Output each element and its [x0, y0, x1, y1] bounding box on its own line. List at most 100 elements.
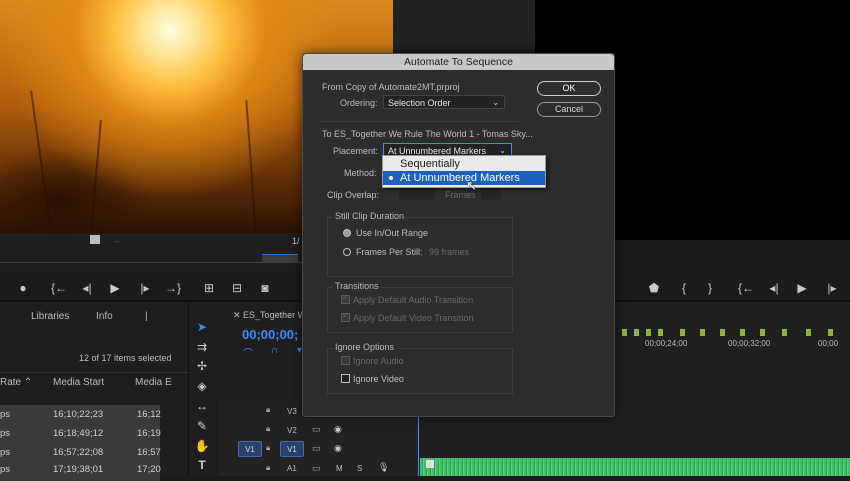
go-to-in-icon[interactable]: {←	[50, 279, 68, 297]
hand-tool-icon[interactable]: ✋	[193, 438, 211, 454]
play-icon[interactable]: ▶	[106, 279, 124, 297]
track-label-v1[interactable]: V1	[280, 441, 304, 457]
type-tool-icon[interactable]: T	[193, 457, 211, 473]
linked-selection-icon[interactable]: ∩	[271, 345, 278, 356]
lock-icon[interactable]: 🔒︎	[266, 463, 270, 473]
column-media-start[interactable]: Media Start	[53, 377, 104, 388]
method-label: Method:	[344, 168, 377, 178]
table-row[interactable]: ps 16;57;22;08 16;57	[0, 443, 161, 463]
placement-dropdown-menu: Sequentially At Unnumbered Markers	[382, 155, 546, 188]
eye-icon[interactable]: ◉	[334, 424, 342, 435]
option-sequentially[interactable]: Sequentially	[383, 157, 545, 171]
mute-button[interactable]: M	[336, 464, 343, 473]
play-icon-program[interactable]: ▶	[793, 279, 811, 297]
step-forward-icon-program[interactable]: |▸	[823, 279, 841, 297]
step-back-icon[interactable]: ◂|	[78, 279, 96, 297]
tab-libraries[interactable]: Libraries	[31, 311, 69, 322]
settings-icon[interactable]	[90, 235, 100, 244]
step-back-icon-program[interactable]: ◂|	[765, 279, 783, 297]
table-row[interactable]: ps 16;18;49;12 16;19	[0, 424, 161, 444]
mark-out-icon[interactable]: ⦁	[14, 279, 32, 297]
video-transition-checkbox[interactable]	[341, 311, 350, 322]
use-inout-radio[interactable]	[343, 229, 351, 237]
column-rate[interactable]: Rate ⌃	[0, 377, 32, 388]
overwrite-icon[interactable]: ⊟	[228, 279, 246, 297]
track-select-tool-icon[interactable]: ⇉	[193, 339, 211, 355]
ignore-video-label: Ignore Video	[353, 374, 404, 384]
toggle-sync-icon[interactable]: ▭	[312, 443, 321, 454]
razor-tool-icon[interactable]: ◈	[193, 378, 211, 394]
lock-icon[interactable]: 🔒︎	[266, 424, 270, 434]
use-inout-label: Use In/Out Range	[356, 228, 429, 238]
selection-tool-icon[interactable]: ➤	[193, 319, 211, 335]
ruler-time-3: 00;00	[818, 339, 839, 348]
audio-waveform-clip[interactable]	[420, 458, 850, 476]
ignore-video-checkbox[interactable]	[341, 374, 350, 383]
option-at-unnumbered-markers[interactable]: At Unnumbered Markers	[383, 171, 545, 185]
ruler-time-2: 00;00;32;00	[728, 339, 771, 348]
insert-icon[interactable]: ⊞	[200, 279, 218, 297]
ignore-audio-checkbox[interactable]	[341, 356, 350, 365]
step-forward-icon[interactable]: |▸	[136, 279, 154, 297]
column-media-end[interactable]: Media E	[135, 377, 172, 388]
timeline-marker[interactable]	[720, 329, 725, 336]
timeline-marker[interactable]	[760, 329, 765, 336]
microphone-icon[interactable]: 🎙︎	[378, 462, 389, 473]
add-marker-icon[interactable]: ⬟	[645, 279, 663, 297]
timeline-marker[interactable]	[622, 329, 627, 336]
frames-per-still-value[interactable]: 99 frames	[429, 247, 469, 257]
go-to-in-icon-program[interactable]: {←	[737, 279, 755, 297]
timeline-marker[interactable]	[634, 329, 639, 336]
pen-tool-icon[interactable]: ✎	[193, 418, 211, 434]
program-transport: ⬟ { } {← ◂| ▶ |▸	[613, 277, 850, 299]
ripple-edit-tool-icon[interactable]: ✢	[193, 358, 211, 374]
table-row[interactable]: ps 16;10;22;23 16;12	[0, 405, 161, 425]
source-page-indicator: 1/	[292, 236, 300, 246]
chevron-down-icon: ⌄	[492, 98, 499, 107]
automate-to-sequence-dialog: Automate To Sequence From Copy of Automa…	[302, 53, 615, 417]
slip-tool-icon[interactable]: ↔	[193, 398, 211, 414]
lock-icon[interactable]: 🔒︎	[266, 443, 270, 453]
ordering-select[interactable]: Selection Order ⌄	[383, 95, 505, 109]
selected-dot-icon	[389, 176, 393, 180]
clip-overlap-input[interactable]	[399, 187, 435, 200]
audio-transition-checkbox[interactable]	[341, 293, 350, 304]
go-to-out-icon[interactable]: →}	[164, 279, 182, 297]
placement-label: Placement:	[333, 146, 379, 156]
timeline-tab[interactable]: ✕ ES_Together W	[233, 310, 306, 321]
items-selected-count: 12 of 17 items selected	[79, 353, 172, 363]
snap-icon[interactable]: ⌒	[243, 345, 253, 360]
eye-icon[interactable]: ◉	[334, 443, 342, 454]
timeline-marker[interactable]	[740, 329, 745, 336]
timeline-marker[interactable]	[658, 329, 663, 336]
ignore-options-group	[327, 348, 513, 394]
timeline-marker[interactable]	[680, 329, 685, 336]
source-patch-v1[interactable]: V1	[238, 441, 262, 457]
solo-button[interactable]: S	[357, 464, 362, 473]
program-monitor-top	[393, 0, 535, 50]
mouse-cursor-icon: ↖	[466, 178, 477, 193]
cancel-button[interactable]: Cancel	[537, 102, 601, 117]
separator	[319, 121, 519, 122]
timeline-marker[interactable]	[806, 329, 811, 336]
frames-per-still-label: Frames Per Still:	[356, 247, 423, 257]
frames-per-still-radio[interactable]	[343, 248, 351, 256]
timeline-marker[interactable]	[646, 329, 651, 336]
tab-info[interactable]: Info	[96, 311, 113, 322]
timeline-timecode[interactable]: 00;00;00;	[242, 327, 298, 342]
timeline-marker[interactable]	[828, 329, 833, 336]
export-frame-icon[interactable]: ↔	[112, 235, 121, 245]
mark-in-icon[interactable]: {	[675, 279, 693, 297]
timeline-marker[interactable]	[700, 329, 705, 336]
lock-icon[interactable]: 🔒︎	[266, 405, 270, 415]
ok-button[interactable]: OK	[537, 81, 601, 96]
toggle-sync-icon[interactable]: ▭	[312, 424, 321, 435]
table-row[interactable]: ps 17;19;38;01 17;20	[0, 461, 161, 481]
clip-overlap-unit-select[interactable]	[481, 188, 501, 200]
mark-out-icon-program[interactable]: }	[701, 279, 719, 297]
tab-overflow[interactable]: |	[145, 311, 148, 322]
timeline-marker[interactable]	[782, 329, 787, 336]
toggle-sync-icon[interactable]: ▭	[312, 463, 321, 474]
source-zoom-bar[interactable]	[262, 254, 298, 263]
camera-icon[interactable]: ◙	[256, 279, 274, 297]
